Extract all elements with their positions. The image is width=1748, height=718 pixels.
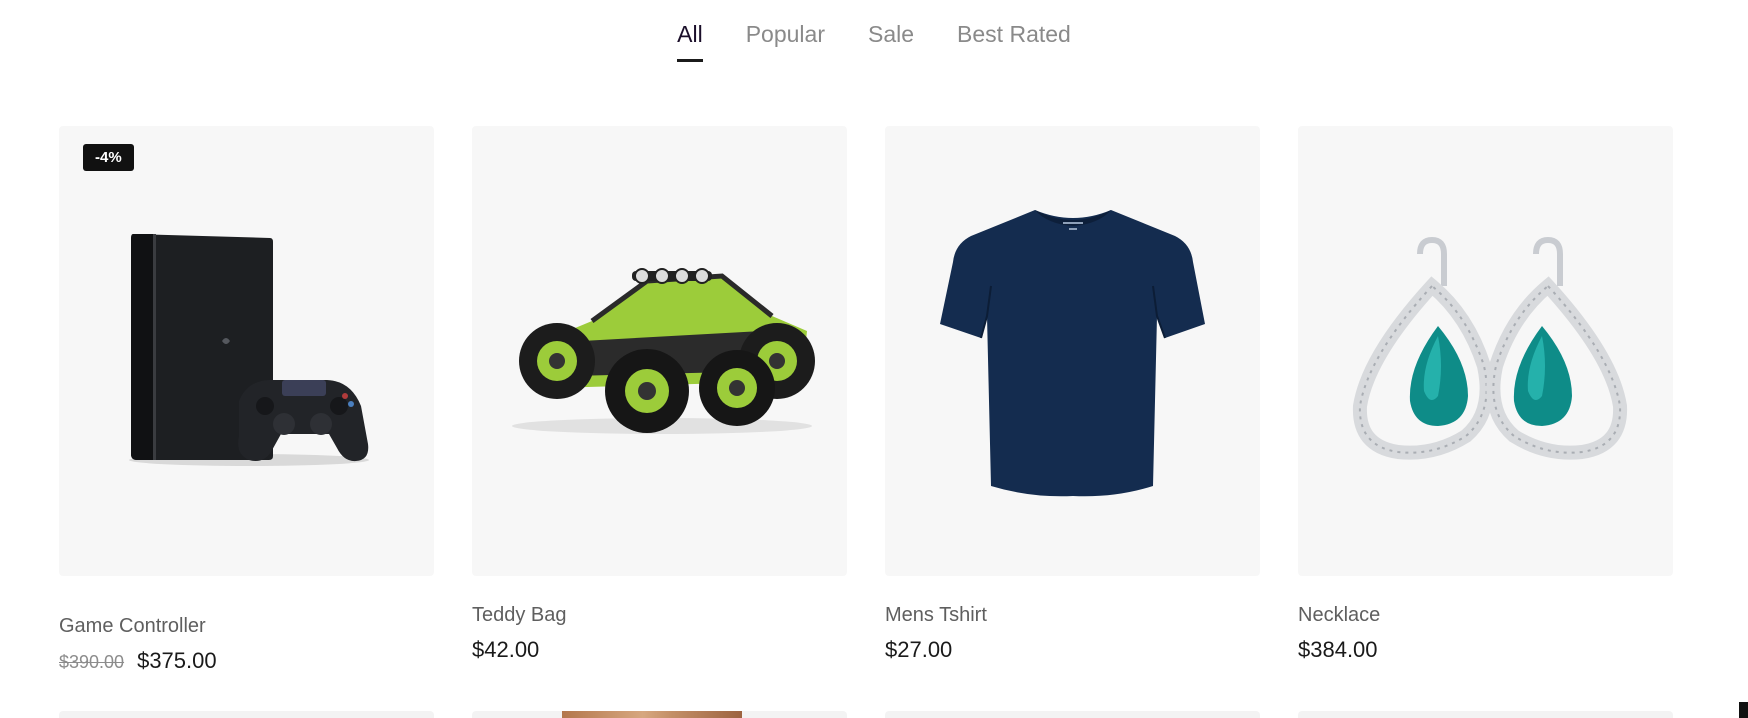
price-row: $390.00 $375.00	[59, 648, 434, 674]
product-image-teddy-bag[interactable]	[472, 126, 847, 576]
product-card[interactable]: Teddy Bag $42.00	[472, 126, 847, 674]
product-image-necklace[interactable]	[1298, 126, 1673, 576]
product-card-peek[interactable]	[1298, 711, 1673, 718]
product-image-mens-tshirt[interactable]	[885, 126, 1260, 576]
price-row: $42.00	[472, 637, 847, 663]
product-card-peek[interactable]	[472, 711, 847, 718]
tab-all[interactable]: All	[677, 18, 703, 62]
price: $27.00	[885, 637, 953, 662]
product-title[interactable]: Game Controller	[59, 613, 434, 639]
scroll-to-top-button[interactable]	[1739, 702, 1748, 718]
original-price: $390.00	[59, 652, 125, 672]
price-row: $27.00	[885, 637, 1260, 663]
product-card-peek[interactable]	[59, 711, 434, 718]
price: $384.00	[1298, 637, 1378, 662]
product-title[interactable]: Necklace	[1298, 602, 1673, 628]
earrings-image	[1352, 236, 1628, 460]
rc-car-image	[512, 268, 815, 434]
tab-popular[interactable]: Popular	[746, 18, 825, 62]
tab-best-rated[interactable]: Best Rated	[957, 18, 1071, 62]
product-card[interactable]: -4% Game Controller $390.00 $375.00	[59, 126, 434, 674]
tshirt-image	[940, 210, 1205, 497]
game-console-image	[129, 234, 369, 466]
price: $42.00	[472, 637, 540, 662]
sale-price: $375.00	[137, 648, 217, 673]
product-photo-peek	[562, 711, 742, 718]
product-card[interactable]: Necklace $384.00	[1298, 126, 1673, 674]
product-card[interactable]: Mens Tshirt $27.00	[885, 126, 1260, 674]
product-grid: -4% Game Controller $390.00 $375.00 Tedd…	[59, 126, 1673, 674]
next-product-row	[59, 711, 1673, 718]
tab-sale[interactable]: Sale	[868, 18, 914, 62]
product-filter-tabs: All Popular Sale Best Rated	[0, 18, 1748, 62]
product-title[interactable]: Mens Tshirt	[885, 602, 1260, 628]
price-row: $384.00	[1298, 637, 1673, 663]
product-title[interactable]: Teddy Bag	[472, 602, 847, 628]
product-card-peek[interactable]	[885, 711, 1260, 718]
product-image-game-controller[interactable]: -4%	[59, 126, 434, 576]
product-listing-page: All Popular Sale Best Rated -4% Game Con…	[0, 0, 1748, 718]
